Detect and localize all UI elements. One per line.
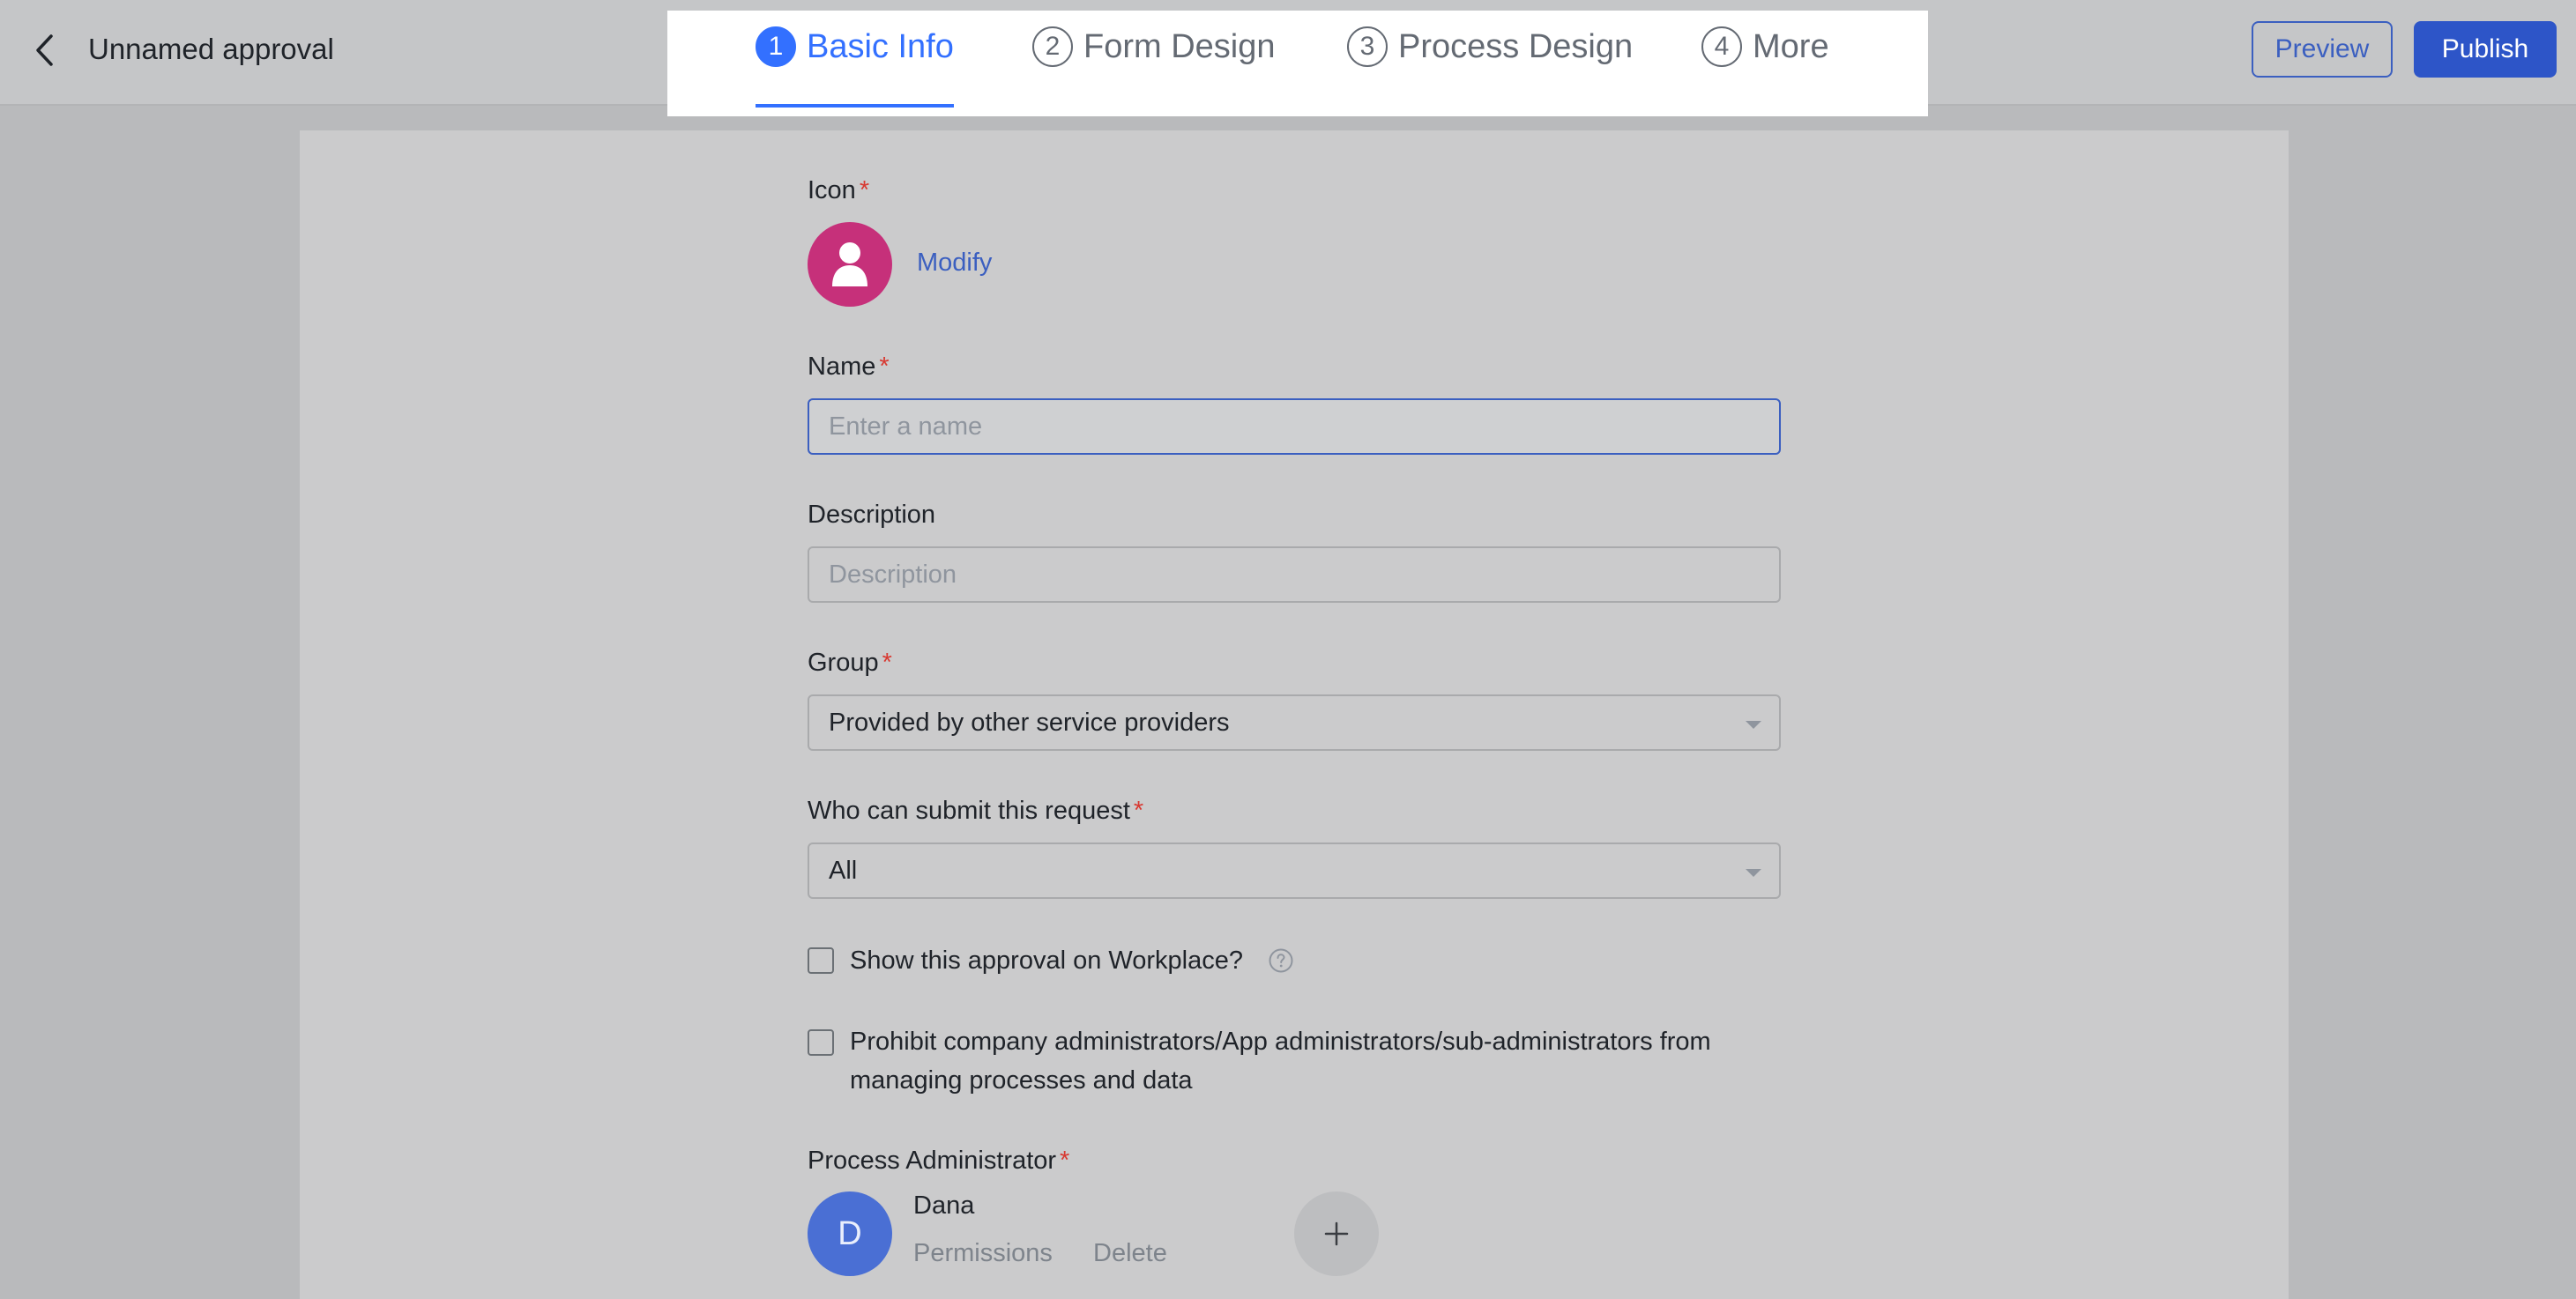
required-mark: *: [1133, 797, 1144, 825]
prohibit-admins-label-line2: managing processes and data: [850, 1066, 1193, 1095]
approval-icon[interactable]: [808, 222, 892, 307]
submitter-select[interactable]: All: [808, 842, 1781, 899]
step-form-design[interactable]: 2 Form Design: [1032, 26, 1276, 115]
modify-icon-link[interactable]: Modify: [917, 249, 992, 278]
step-basic-info[interactable]: 1 Basic Info: [756, 26, 954, 115]
description-label: Description: [808, 501, 936, 529]
step-process-design[interactable]: 3 Process Design: [1347, 26, 1633, 115]
prohibit-admins-checkbox[interactable]: [808, 1029, 834, 1056]
steps-nav: 1 Basic Info 2 Form Design 3 Process Des…: [667, 11, 1928, 116]
person-icon: [832, 242, 867, 286]
required-mark: *: [859, 176, 870, 204]
top-bar: Unnamed approval 1 Basic Info 2 Form Des…: [0, 0, 2576, 116]
step-number: 2: [1032, 26, 1073, 67]
step-number: 1: [756, 26, 796, 67]
step-number: 3: [1347, 26, 1388, 67]
step-more[interactable]: 4 More: [1701, 26, 1829, 115]
name-placeholder: Enter a name: [829, 412, 983, 441]
back-arrow-icon[interactable]: [26, 30, 62, 71]
submitter-value: All: [829, 856, 858, 885]
description-placeholder: Description: [829, 560, 957, 589]
dropdown-caret-icon: [1746, 721, 1761, 729]
plus-icon: [1324, 1221, 1349, 1246]
show-workplace-label: Show this approval on Workplace?: [850, 946, 1243, 975]
page-title: Unnamed approval: [88, 33, 334, 65]
required-mark: *: [882, 649, 892, 677]
step-label: Process Design: [1398, 28, 1634, 65]
delete-admin-link[interactable]: Delete: [1093, 1239, 1167, 1268]
dropdown-caret-icon: [1746, 869, 1761, 877]
show-workplace-checkbox[interactable]: [808, 947, 834, 974]
help-icon[interactable]: [1268, 947, 1294, 974]
permissions-link[interactable]: Permissions: [913, 1239, 1053, 1268]
step-label: More: [1753, 28, 1829, 65]
submitter-label: Who can submit this request *: [808, 797, 1144, 825]
process-admin-label: Process Administrator *: [808, 1147, 1070, 1175]
step-label: Form Design: [1083, 28, 1276, 65]
step-label: Basic Info: [807, 28, 954, 65]
publish-button[interactable]: Publish: [2414, 21, 2557, 78]
admin-name: Dana: [913, 1191, 975, 1220]
required-mark: *: [1060, 1147, 1070, 1175]
name-input[interactable]: Enter a name: [808, 398, 1781, 455]
icon-label: Icon *: [808, 176, 870, 204]
description-input[interactable]: Description: [808, 546, 1781, 603]
step-number: 4: [1701, 26, 1742, 67]
required-mark: *: [879, 353, 890, 381]
group-select[interactable]: Provided by other service providers: [808, 694, 1781, 751]
preview-button[interactable]: Preview: [2252, 21, 2393, 78]
group-value: Provided by other service providers: [829, 708, 1230, 737]
add-admin-button[interactable]: [1294, 1191, 1379, 1276]
group-label: Group *: [808, 649, 892, 677]
name-label: Name *: [808, 353, 890, 381]
prohibit-admins-label-line1: Prohibit company administrators/App admi…: [850, 1028, 1711, 1056]
avatar: D: [808, 1191, 892, 1276]
